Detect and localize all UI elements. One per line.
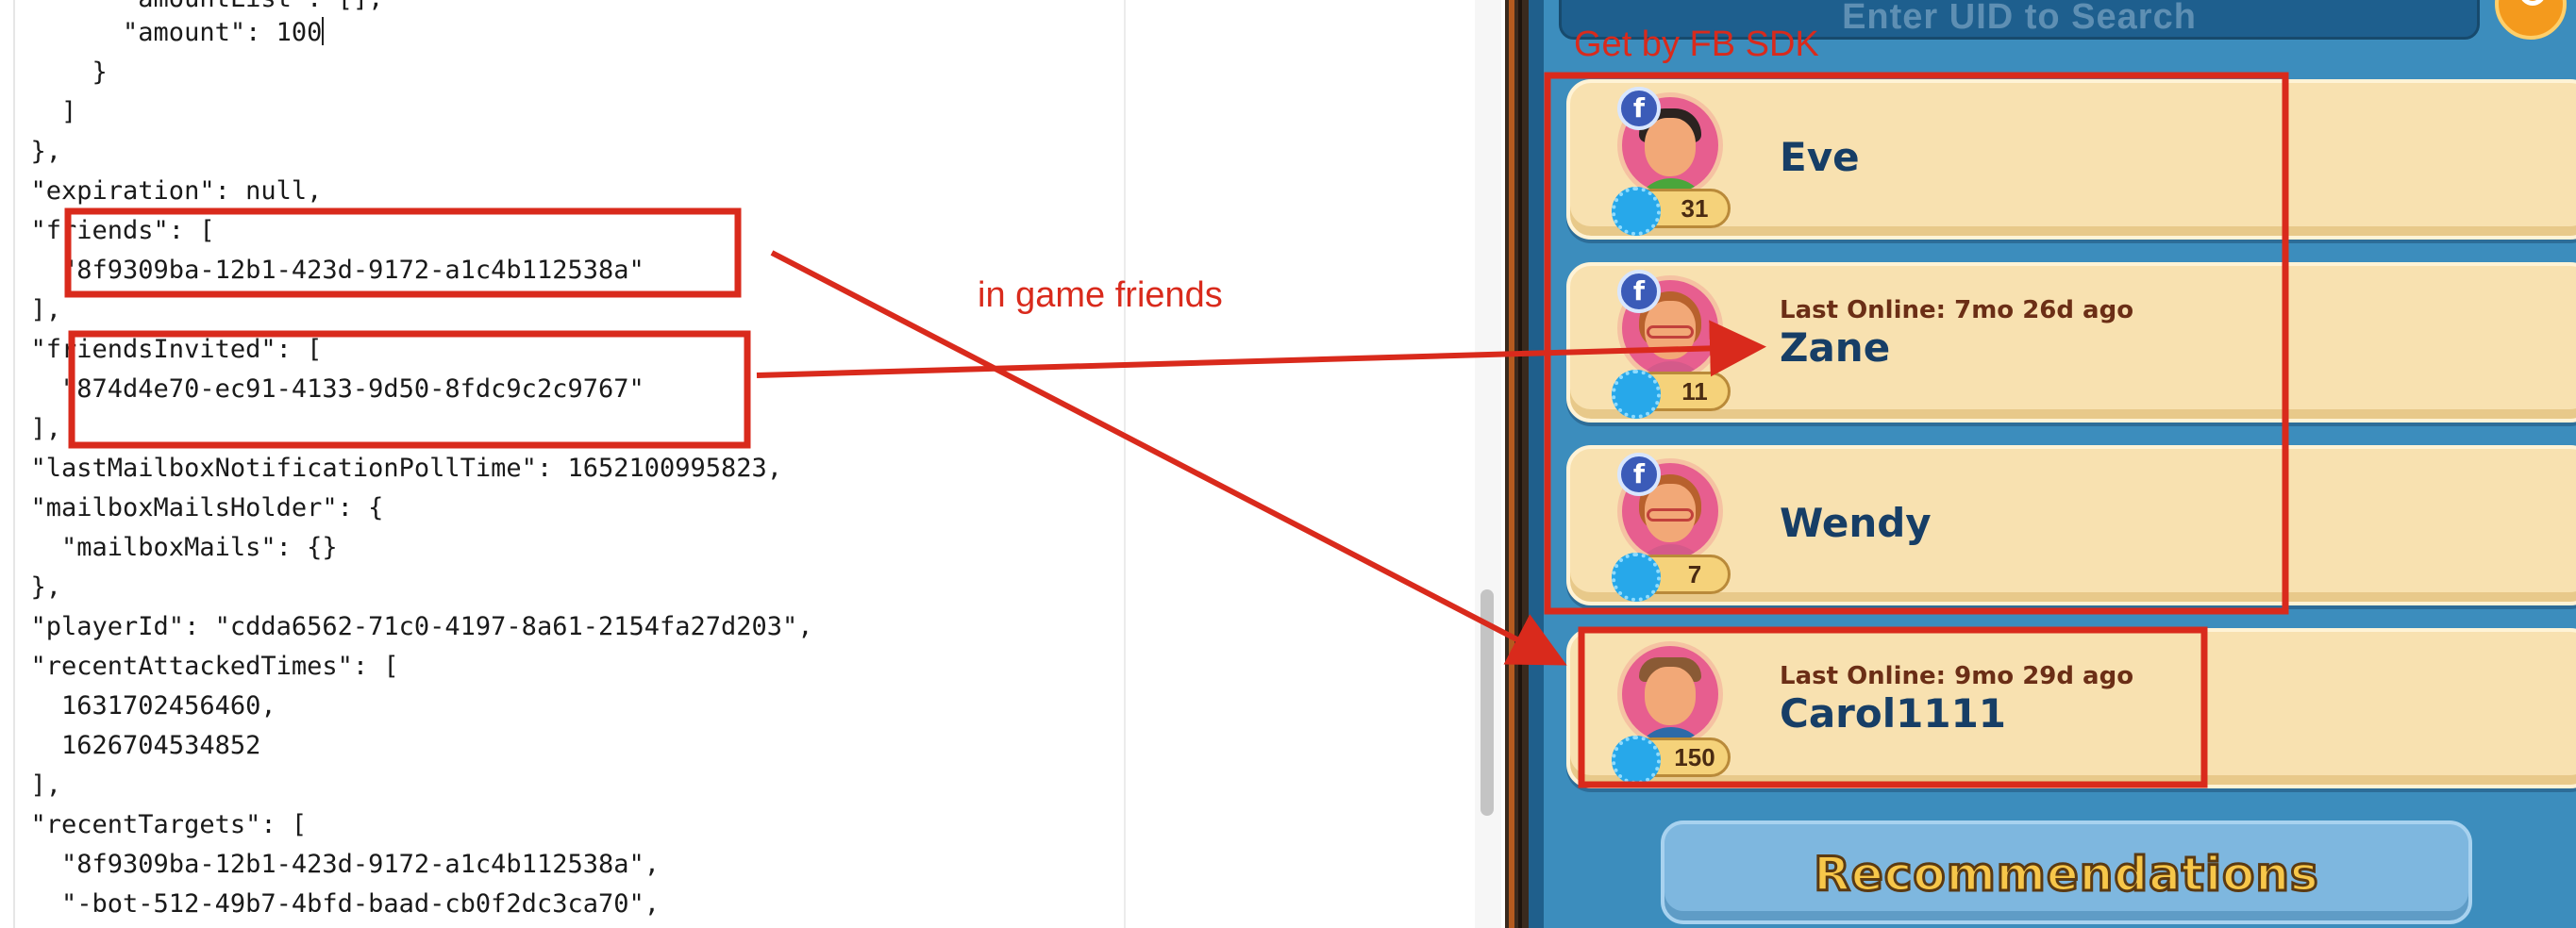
avatar — [1617, 641, 1723, 747]
code-line: "mailboxMails": {} — [0, 533, 338, 562]
code-line: } — [0, 58, 108, 87]
level-star-icon — [1612, 736, 1661, 785]
game-friends-panel: Enter UID to Search f 31 Eve f 11 Last O… — [1529, 0, 2576, 928]
recommendations-label: Recommendations — [1813, 846, 2319, 903]
level-star-icon — [1612, 187, 1661, 236]
code-line: "playerId": "cdda6562-71c0-4197-8a61-215… — [0, 612, 813, 641]
code-line: ], — [0, 771, 62, 800]
avatar-face — [1645, 118, 1696, 176]
friend-name: Wendy — [1780, 500, 1932, 546]
friend-name: Zane — [1780, 324, 1891, 371]
last-online-text: Last Online: 9mo 29d ago — [1780, 662, 2134, 690]
code-line: }, — [0, 572, 62, 602]
recommendations-button[interactable]: Recommendations — [1661, 820, 2472, 924]
avatar-face — [1645, 667, 1696, 725]
facebook-icon: f — [1617, 453, 1661, 496]
code-line: "friendsInvited": [ — [0, 335, 323, 364]
code-line-with-caret: "amount": 100 — [0, 13, 325, 53]
code-line-text: "amount": 100 — [0, 18, 323, 47]
friend-card-eve[interactable]: f 31 Eve — [1566, 79, 2576, 240]
editor-ruler — [1124, 0, 1126, 928]
friend-card-wendy[interactable]: f 7 Wendy — [1566, 445, 2576, 605]
fb-sdk-annotation: Get by FB SDK — [1574, 25, 1819, 64]
panel-frame — [1529, 0, 1544, 928]
last-online-text: Last Online: 7mo 26d ago — [1780, 296, 2134, 324]
code-line: ], — [0, 414, 62, 443]
code-line: "lastMailboxNotificationPollTime": 16521… — [0, 454, 783, 483]
magnifier-icon — [2519, 0, 2546, 6]
code-editor[interactable]: "amountList": [], "amount": 100 } ] }, "… — [0, 0, 1505, 928]
code-line: "mailboxMailsHolder": { — [0, 493, 384, 522]
code-line: "-bot-512-49b7-4bfd-baad-cb0f2dc3ca70", — [0, 889, 660, 919]
level-star-icon — [1612, 553, 1661, 602]
friend-name: Carol1111 — [1780, 690, 2007, 737]
code-line: }, — [0, 137, 62, 166]
code-line: ] — [0, 97, 77, 126]
level-star-icon — [1612, 370, 1661, 419]
friend-name: Eve — [1780, 134, 1860, 180]
in-game-friends-annotation: in game friends — [978, 275, 1223, 315]
avatar-glasses — [1647, 325, 1694, 339]
code-line: ], — [0, 295, 62, 324]
code-line: "friends": [ — [0, 216, 215, 245]
facebook-icon: f — [1617, 270, 1661, 313]
code-line: "8f9309ba-12b1-423d-9172-a1c4b112538a" — [0, 256, 644, 285]
code-line: 1631702456460, — [0, 691, 276, 721]
friend-card-carol1111[interactable]: 150 Last Online: 9mo 29d ago Carol1111 — [1566, 628, 2576, 788]
code-line: "expiration": null, — [0, 176, 323, 206]
code-line: "874d4e70-ec91-4133-9d50-8fdc9c2c9767" — [0, 374, 644, 404]
code-line: 1626704534852 — [0, 731, 261, 760]
avatar-glasses — [1647, 508, 1694, 522]
code-line: "recentAttackedTimes": [ — [0, 652, 399, 681]
pane-divider[interactable] — [1505, 0, 1529, 928]
search-button[interactable] — [2495, 0, 2567, 40]
facebook-icon: f — [1617, 87, 1661, 130]
code-line: "recentTargets": [ — [0, 810, 308, 839]
editor-scrollbar-thumb[interactable] — [1480, 589, 1494, 816]
friend-card-zane[interactable]: f 11 Last Online: 7mo 26d ago Zane — [1566, 262, 2576, 423]
code-line: "8f9309ba-12b1-423d-9172-a1c4b112538a", — [0, 850, 660, 879]
text-caret — [322, 17, 325, 45]
